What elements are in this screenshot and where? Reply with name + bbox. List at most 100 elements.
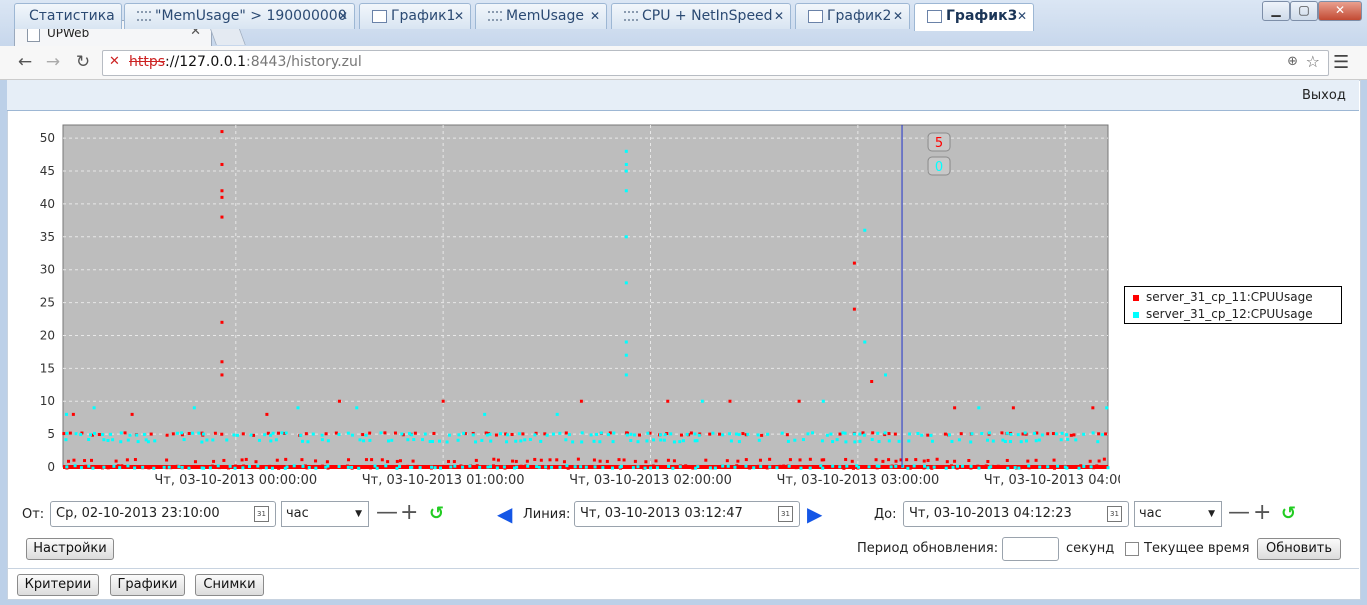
data-point [247,465,251,469]
refresh-period-input[interactable] [1002,537,1059,561]
logout-link[interactable]: Выход [1302,88,1346,103]
data-point [573,465,577,469]
line-next-arrow-icon[interactable]: ▶ [807,501,822,527]
line-prev-arrow-icon[interactable]: ◀ [497,501,512,527]
settings-button[interactable]: Настройки [26,538,114,560]
data-point [79,466,83,470]
charts-button[interactable]: Графики [110,574,185,596]
legend-entry: server_31_cp_12:CPUUsage [1133,307,1313,321]
address-url[interactable]: https://127.0.0.1:8443/history.zul [129,54,362,70]
data-point [285,465,289,469]
to-minus-icon[interactable]: — [1228,500,1250,526]
from-unit-select[interactable]: час ▼ [281,501,369,527]
data-point [64,438,68,442]
close-window-button[interactable]: ✕ [1318,1,1362,21]
calendar-icon[interactable]: 31 [778,506,793,522]
data-point [324,432,328,436]
minimize-window-button[interactable]: ▁ [1262,1,1290,21]
close-tab-icon[interactable]: ✕ [774,4,784,29]
from-minus-icon[interactable]: — [376,500,398,526]
data-point [728,432,732,436]
chevron-down-icon: ▼ [355,509,362,519]
data-point [912,464,916,468]
close-tab-icon[interactable]: ✕ [590,4,600,29]
data-point [175,431,179,435]
data-point [580,440,584,444]
tab-memusage[interactable]: MemUsage ✕ [475,3,607,29]
data-point [1046,465,1050,469]
data-point [514,439,518,443]
x-tick-label: Чт, 03-10-2013 00:00:00 [154,473,317,488]
to-datetime-input[interactable]: Чт, 03-10-2013 04:12:23 31 [903,501,1129,527]
from-datetime-input[interactable]: Ср, 02-10-2013 23:10:00 31 [50,501,276,527]
data-point [1000,431,1004,435]
data-point [447,459,451,463]
tab-cpu-netinspeed[interactable]: CPU + NetInSpeed ✕ [611,3,791,29]
data-point [489,439,493,443]
tab-statistics[interactable]: Статистика [14,3,122,29]
calendar-icon[interactable]: 31 [254,506,269,522]
snapshots-button[interactable]: Снимки [195,574,264,596]
back-arrow-icon[interactable]: ← [14,52,36,72]
browser-menu-icon[interactable]: ☰ [1333,52,1349,73]
plot-area[interactable] [62,124,1109,468]
data-point [611,440,615,444]
data-point [89,458,93,462]
bookmark-star-icon[interactable]: ☆ [1306,52,1320,71]
app-tabbar [7,80,1359,111]
cpu-usage-chart[interactable]: 05101520253035404550Чт, 03-10-2013 00:00… [20,118,1120,498]
data-point [871,431,875,435]
to-reset-icon[interactable]: ↺ [1281,501,1296,527]
data-point [1065,466,1069,470]
data-point [589,433,593,437]
data-point [474,440,478,444]
data-point [721,433,725,437]
data-point [991,439,995,443]
y-tick-label: 15 [40,361,55,375]
data-point [874,458,878,462]
tab-chart1[interactable]: График1 ✕ [359,3,471,29]
zoom-icon[interactable]: ⊕ [1287,54,1298,69]
update-button[interactable]: Обновить [1257,538,1341,560]
legend-swatch [1133,311,1139,318]
data-point [511,459,515,463]
data-point [380,458,384,462]
data-point [922,459,926,463]
maximize-window-button[interactable]: ▢ [1290,1,1318,21]
tab-chart2[interactable]: График2 ✕ [795,3,910,29]
from-plus-icon[interactable]: + [400,500,418,526]
data-point [1017,466,1021,470]
data-point [412,438,416,442]
from-reset-icon[interactable]: ↺ [429,501,444,527]
data-point [441,399,445,403]
to-plus-icon[interactable]: + [1253,500,1271,526]
forward-arrow-icon[interactable]: → [42,52,64,72]
data-point [926,458,930,462]
close-tab-icon[interactable]: ✕ [338,4,348,29]
data-point [725,459,729,463]
tab-memusage-filter[interactable]: "MemUsage" > 190000000 ✕ [124,3,355,29]
browser-toolbar: ← → ↻ ✕ https://127.0.0.1:8443/history.z… [0,46,1367,80]
reload-icon[interactable]: ↻ [72,52,94,72]
data-point [798,458,802,462]
data-point [483,412,487,416]
criteria-button[interactable]: Критерии [17,574,99,596]
close-tab-icon[interactable]: ✕ [893,4,903,29]
data-point [881,459,885,463]
data-point [632,433,636,437]
current-time-checkbox[interactable] [1125,542,1139,556]
to-unit-select[interactable]: час ▼ [1134,501,1222,527]
data-point [681,439,685,443]
close-tab-icon[interactable]: ✕ [454,4,464,29]
address-bar[interactable]: ✕ https://127.0.0.1:8443/history.zul ⊕ ☆ [102,50,1329,76]
data-point [704,458,708,462]
data-point [398,459,402,463]
data-point [564,431,568,435]
data-point [624,169,628,173]
data-point [233,466,237,470]
tab-chart3[interactable]: График3 ✕ [914,3,1034,31]
line-datetime-input[interactable]: Чт, 03-10-2013 03:12:47 31 [574,501,800,527]
calendar-icon[interactable]: 31 [1107,506,1122,522]
data-point [1102,457,1106,461]
close-tab-icon[interactable]: ✕ [1017,4,1027,29]
